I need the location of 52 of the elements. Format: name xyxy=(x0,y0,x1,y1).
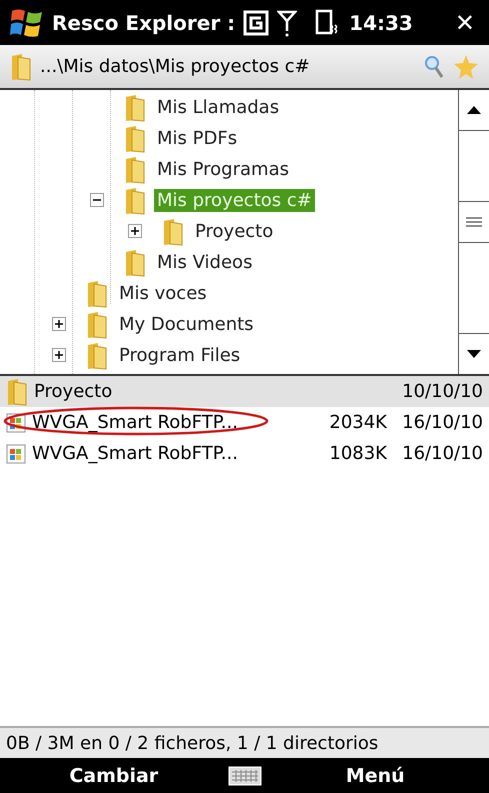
file-date: 16/10/10 xyxy=(401,443,483,464)
clock-time: 14:33 xyxy=(349,10,413,34)
windows-logo-icon[interactable] xyxy=(10,6,44,38)
close-button[interactable]: ✕ xyxy=(450,8,479,36)
file-size: 1083K xyxy=(328,443,387,464)
app-icon xyxy=(6,444,26,464)
network-g-icon xyxy=(243,10,270,36)
tree-item[interactable]: My Documents xyxy=(116,313,257,336)
search-icon[interactable] xyxy=(423,54,445,80)
status-bar: 0B / 3M en 0 / 2 ficheros, 1 / 1 directorios xyxy=(0,726,489,758)
window-title: Resco Explorer : xyxy=(52,10,236,34)
folder-icon xyxy=(6,378,28,406)
star-icon[interactable] xyxy=(453,54,479,80)
scroll-down-icon[interactable] xyxy=(467,350,481,358)
file-date: 10/10/10 xyxy=(401,381,483,402)
file-name: Proyecto xyxy=(34,381,114,402)
tree-item[interactable]: Mis Llamadas xyxy=(154,96,282,119)
folder-icon xyxy=(124,156,146,184)
signal-antenna-icon xyxy=(277,8,298,36)
menu-softkey[interactable]: Menú xyxy=(346,764,405,786)
file-row[interactable]: Proyecto 10/10/10 xyxy=(0,376,489,407)
file-name: WVGA_Smart RobFTP... xyxy=(32,443,239,464)
tree-item[interactable]: Program Files xyxy=(116,344,244,367)
tree-item[interactable]: Mis Videos xyxy=(154,251,256,274)
collapse-icon[interactable] xyxy=(90,193,104,207)
folder-icon xyxy=(124,94,146,122)
tree-item[interactable]: Mis PDFs xyxy=(154,127,240,150)
scroll-grip-icon[interactable] xyxy=(466,217,482,227)
scroll-up-icon[interactable] xyxy=(467,106,481,114)
cambiar-softkey[interactable]: Cambiar xyxy=(69,764,158,786)
keyboard-icon[interactable] xyxy=(228,766,262,786)
file-row[interactable]: WVGA_Smart RobFTP... 1083K 16/10/10 xyxy=(0,438,489,469)
file-name: WVGA_Smart RobFTP... xyxy=(32,412,239,433)
folder-path: ...\Mis datos\Mis proyectos c# xyxy=(40,56,311,77)
expand-icon[interactable] xyxy=(52,317,66,331)
folder-icon xyxy=(86,310,108,338)
tree-item[interactable]: Proyecto xyxy=(192,220,276,243)
tree-item[interactable]: Mis voces xyxy=(116,282,210,305)
file-date: 16/10/10 xyxy=(401,412,483,433)
expand-icon[interactable] xyxy=(52,348,66,362)
folder-icon xyxy=(124,186,146,214)
scrollbar[interactable] xyxy=(458,90,489,374)
folder-icon xyxy=(124,124,146,152)
tree-item[interactable]: Mis Programas xyxy=(154,158,292,181)
file-size: 2034K xyxy=(328,412,387,433)
folder-icon xyxy=(162,218,184,246)
folder-icon xyxy=(124,248,146,276)
folder-icon xyxy=(10,52,32,80)
file-row[interactable]: WVGA_Smart RobFTP... 2034K 16/10/10 xyxy=(0,407,489,438)
folder-icon xyxy=(86,342,108,370)
folder-icon xyxy=(86,280,108,308)
expand-icon[interactable] xyxy=(128,224,142,238)
